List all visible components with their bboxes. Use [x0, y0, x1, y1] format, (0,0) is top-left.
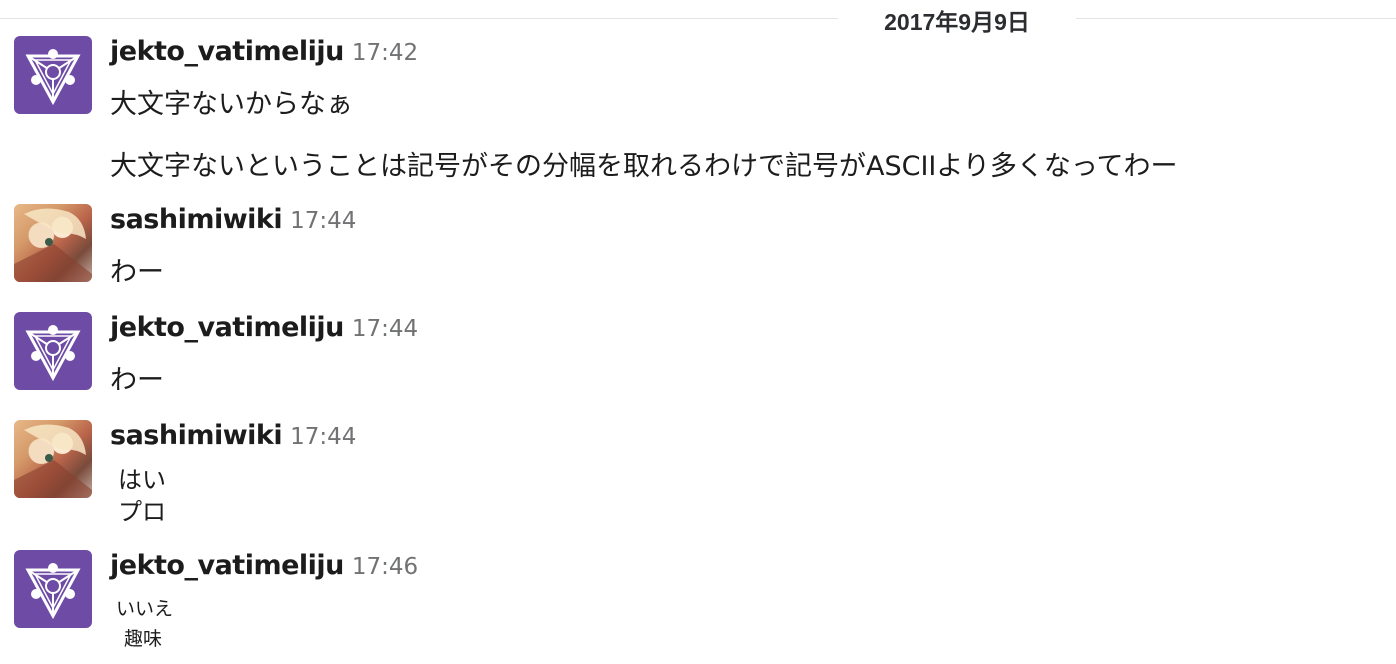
timestamp[interactable]: 17:42	[352, 40, 418, 66]
message-text: いいえ	[116, 598, 174, 620]
triangle-logo-icon	[25, 563, 81, 620]
message: jekto_vatimeliju 17:46 いいえ 趣味	[0, 550, 1396, 664]
message-text: 趣味	[124, 628, 163, 650]
triangle-logo-avatar[interactable]	[14, 550, 92, 628]
anime-character-avatar[interactable]	[14, 204, 92, 282]
date-label[interactable]: 2017年9月9日	[838, 3, 1076, 37]
message-list: 2017年9月9日 jekto_vatimeliju 17:42 大文字ないからな…	[0, 0, 1396, 664]
anime-character-avatar[interactable]	[14, 420, 92, 498]
triangle-logo-avatar[interactable]	[14, 312, 92, 390]
triangle-logo-avatar[interactable]	[14, 36, 92, 114]
triangle-logo-icon	[25, 325, 81, 382]
message: jekto_vatimeliju 17:42 大文字ないからなぁ 大文字ないという…	[0, 36, 1396, 186]
username[interactable]: sashimiwiki	[110, 420, 283, 451]
message-text: 大文字ないからなぁ	[110, 89, 353, 120]
anime-character-icon	[14, 208, 92, 282]
username[interactable]: jekto_vatimeliju	[110, 550, 344, 581]
message-header: sashimiwiki 17:44	[110, 204, 356, 238]
message-text: わー	[110, 365, 164, 396]
timestamp[interactable]: 17:46	[352, 554, 418, 580]
timestamp[interactable]: 17:44	[290, 208, 356, 234]
message: jekto_vatimeliju 17:44 わー	[0, 312, 1396, 402]
message-header: jekto_vatimeliju 17:42	[110, 36, 418, 70]
username[interactable]: sashimiwiki	[110, 204, 283, 235]
triangle-logo-icon	[25, 49, 81, 106]
message-text: プロ	[118, 498, 166, 526]
date-divider: 2017年9月9日	[0, 0, 1396, 40]
message-text: わー	[110, 257, 164, 288]
message-text: はい	[118, 466, 166, 494]
anime-character-icon	[14, 424, 92, 498]
message-text: 大文字ないということは記号がその分幅を取れるわけで記号がASCIIより多くなって…	[110, 151, 1178, 182]
message: sashimiwiki 17:44 はい プロ	[0, 420, 1396, 530]
username[interactable]: jekto_vatimeliju	[110, 36, 344, 67]
message-header: sashimiwiki 17:44	[110, 420, 356, 454]
divider-line	[1076, 18, 1396, 19]
timestamp[interactable]: 17:44	[290, 424, 356, 450]
message: sashimiwiki 17:44 わー	[0, 204, 1396, 294]
message-header: jekto_vatimeliju 17:46	[110, 550, 418, 584]
message-header: jekto_vatimeliju 17:44	[110, 312, 418, 346]
timestamp[interactable]: 17:44	[352, 316, 418, 342]
divider-line	[0, 18, 838, 19]
username[interactable]: jekto_vatimeliju	[110, 312, 344, 343]
